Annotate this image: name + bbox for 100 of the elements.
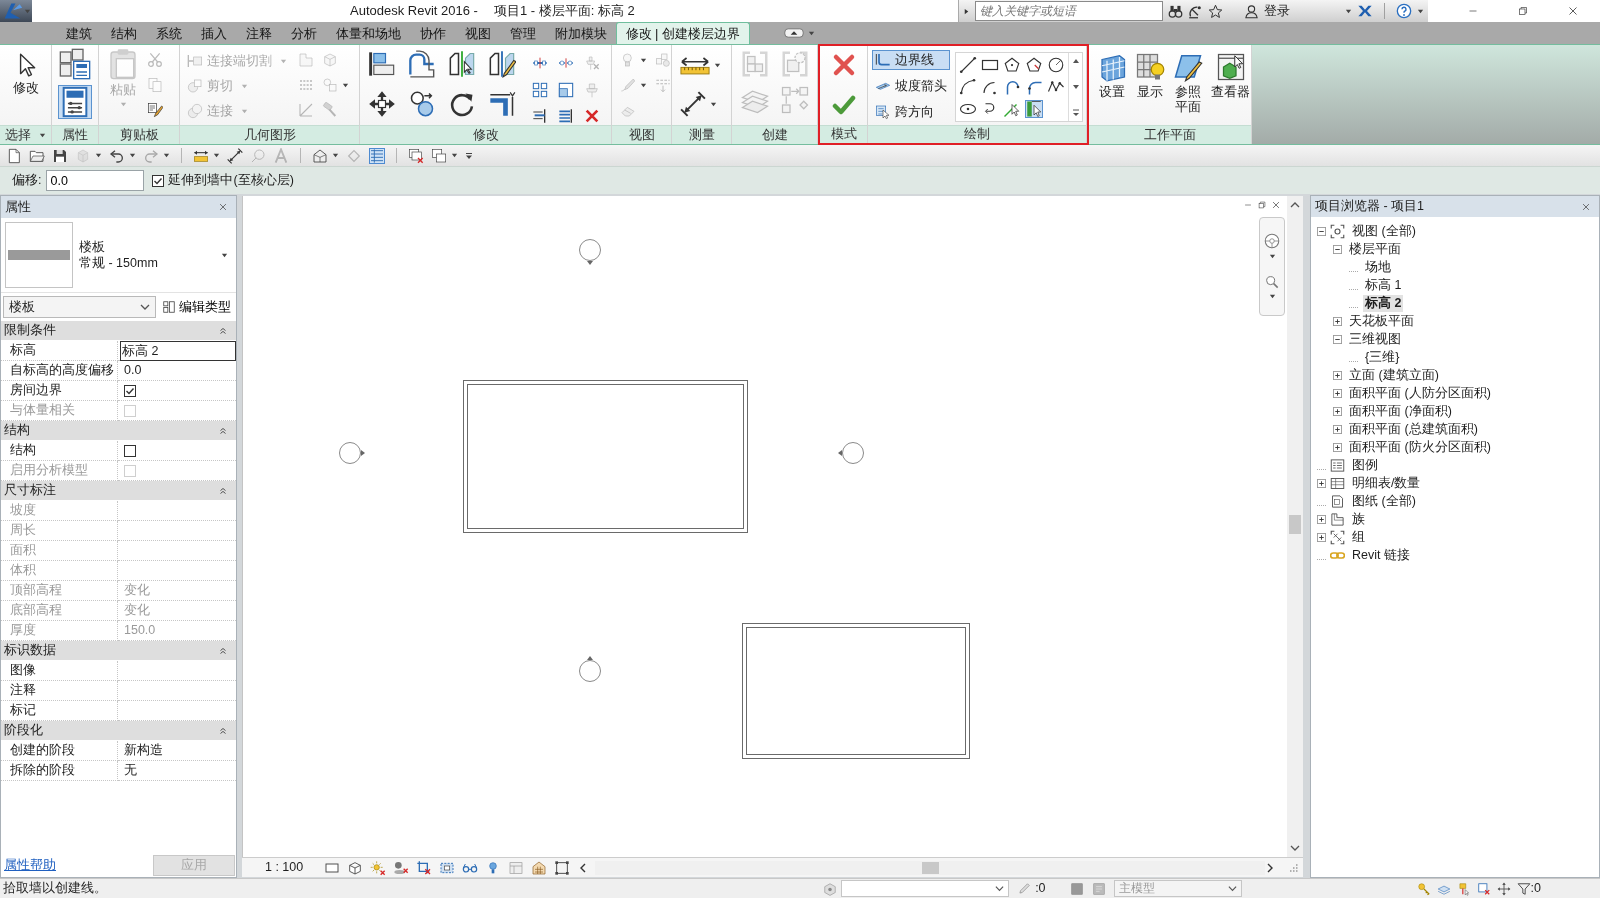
plus-box-icon[interactable] <box>1333 316 1342 326</box>
floppy-icon[interactable] <box>52 147 68 164</box>
reference-plane-button[interactable]: 参照平面 <box>1173 52 1203 125</box>
checkbox-label[interactable]: 延伸到墙中(至核心层) <box>168 173 294 188</box>
ribbon-tab[interactable]: 结构 <box>101 22 146 44</box>
ribbon-tab[interactable]: 协作 <box>410 22 455 44</box>
steering-wheel-icon[interactable] <box>1263 232 1281 250</box>
delete-icon[interactable] <box>584 108 600 125</box>
tree-item[interactable]: 标高 1 <box>1363 276 1404 294</box>
wall-cursor-icon[interactable] <box>1025 100 1043 118</box>
slope-arrow-button[interactable]: 坡度箭头 <box>872 76 950 96</box>
pin-cursor-icon[interactable] <box>1456 881 1471 896</box>
new-page-icon[interactable] <box>6 147 22 164</box>
tree-item[interactable]: 面积平面 (防火分区面积) <box>1347 438 1493 456</box>
expand-icon[interactable] <box>963 7 970 15</box>
split-line-icon[interactable] <box>532 55 548 71</box>
plus-box-icon[interactable] <box>1317 478 1326 488</box>
horizontal-scrollbar[interactable] <box>595 860 1266 875</box>
pentagon-icon[interactable] <box>1003 56 1021 74</box>
satellite-icon[interactable] <box>1188 3 1203 19</box>
caret-icon[interactable] <box>39 131 46 139</box>
ribbon-tab[interactable]: 插入 <box>191 22 236 44</box>
help-link[interactable]: 属性帮助 <box>4 857 56 873</box>
move-arrows-icon[interactable] <box>368 90 396 118</box>
user-icon[interactable] <box>1244 3 1259 19</box>
sun-cross-icon[interactable] <box>370 859 387 876</box>
view-scale[interactable]: 1 : 100 <box>265 860 304 875</box>
plus-box-icon[interactable] <box>1333 370 1342 380</box>
split-gap-icon[interactable] <box>558 55 574 71</box>
key-icon[interactable] <box>1416 881 1431 896</box>
offset-lines-icon[interactable] <box>408 50 436 78</box>
tree-item[interactable]: 面积平面 (总建筑面积) <box>1347 420 1480 438</box>
minus-box-icon[interactable] <box>1317 226 1326 236</box>
trim-line-icon[interactable] <box>532 108 548 125</box>
caret-icon[interactable] <box>714 62 721 69</box>
span-direction-button[interactable]: 跨方向 <box>872 102 950 122</box>
caret-icon[interactable] <box>1417 7 1424 15</box>
square-cross-icon[interactable] <box>1476 881 1491 896</box>
caret-icon[interactable] <box>640 81 647 89</box>
cubes-sheet-icon[interactable] <box>59 48 91 80</box>
tree-item[interactable]: 面积平面 (净面积) <box>1347 402 1454 420</box>
ribbon-tab[interactable]: 附加模块 <box>545 22 616 44</box>
tree-item[interactable]: {三维} <box>1363 348 1402 366</box>
tree-item[interactable]: 天花板平面 <box>1347 312 1416 330</box>
corner-trim-icon[interactable] <box>488 90 516 118</box>
modify-button[interactable]: 修改 <box>12 52 39 96</box>
switch-windows-icon[interactable] <box>431 147 447 164</box>
tree-item[interactable]: Revit 链接 <box>1350 546 1412 564</box>
caret-icon[interactable] <box>1345 7 1352 15</box>
caret-icon[interactable] <box>95 152 102 159</box>
cube-outline-icon[interactable] <box>347 859 364 876</box>
caret-icon[interactable] <box>1268 293 1276 300</box>
tree-item[interactable]: 三维视图 <box>1347 330 1403 348</box>
pentagon-mark-icon[interactable] <box>1025 56 1043 74</box>
caret-icon[interactable] <box>332 152 339 159</box>
plus-box-icon[interactable] <box>1317 514 1326 524</box>
mirror-pencil-icon[interactable] <box>488 50 516 78</box>
checkbox-icon[interactable] <box>152 174 165 187</box>
search-field[interactable]: 键入关键字或短语 <box>975 1 1163 21</box>
offset-field[interactable]: 0.0 <box>46 170 145 191</box>
cancel-icon[interactable] <box>831 53 856 77</box>
property-sheet-icon[interactable] <box>58 85 92 119</box>
arc-icon[interactable] <box>959 78 977 96</box>
tree-item[interactable]: 场地 <box>1363 258 1393 276</box>
chevron-down-icon[interactable] <box>1290 843 1300 853</box>
ribbon-tab[interactable]: 建筑 <box>56 22 101 44</box>
caret-icon[interactable] <box>163 152 170 159</box>
tree-item[interactable]: 组 <box>1350 528 1367 546</box>
caret-icon[interactable] <box>213 152 220 159</box>
plus-box-icon[interactable] <box>1317 532 1326 542</box>
caret-icon[interactable] <box>807 29 815 37</box>
house-3d-icon[interactable] <box>312 147 328 164</box>
filter-icon[interactable] <box>1516 881 1531 896</box>
mirror-cursor-icon[interactable] <box>448 50 476 78</box>
property-input[interactable]: 标高 2 <box>120 340 236 361</box>
tree-item[interactable]: 标高 2 <box>1363 294 1404 312</box>
show-button[interactable]: 显示 <box>1135 52 1165 125</box>
category-dropdown[interactable]: 楼板 <box>3 296 156 318</box>
plus-box-icon[interactable] <box>1333 388 1342 398</box>
check-icon[interactable] <box>831 93 856 117</box>
tree-item[interactable]: 视图 (全部) <box>1350 222 1418 240</box>
zoom-icon[interactable] <box>1264 274 1280 290</box>
ruler-arrow-icon[interactable] <box>680 56 710 75</box>
nested-squares-icon[interactable] <box>558 81 574 98</box>
minus-box-icon[interactable] <box>1333 334 1342 344</box>
ribbon-tab[interactable]: 注释 <box>236 22 281 44</box>
undo-icon[interactable] <box>109 147 125 164</box>
hexagon-icon[interactable] <box>823 881 838 896</box>
group-header[interactable]: 阶段化 <box>1 721 236 741</box>
close-windows-icon[interactable] <box>408 147 424 164</box>
restore-icon[interactable] <box>1517 5 1529 17</box>
caret-icon[interactable] <box>1268 253 1276 260</box>
line-icon[interactable] <box>959 56 977 74</box>
diagonal-dimension-icon[interactable] <box>680 91 706 117</box>
caret-icon[interactable] <box>710 100 717 108</box>
thin-lines-icon[interactable] <box>369 147 385 164</box>
plus-box-icon[interactable] <box>1333 424 1342 434</box>
close-icon[interactable] <box>1581 201 1591 212</box>
group-header[interactable]: 标识数据 <box>1 641 236 661</box>
caret-icon[interactable] <box>451 152 458 159</box>
